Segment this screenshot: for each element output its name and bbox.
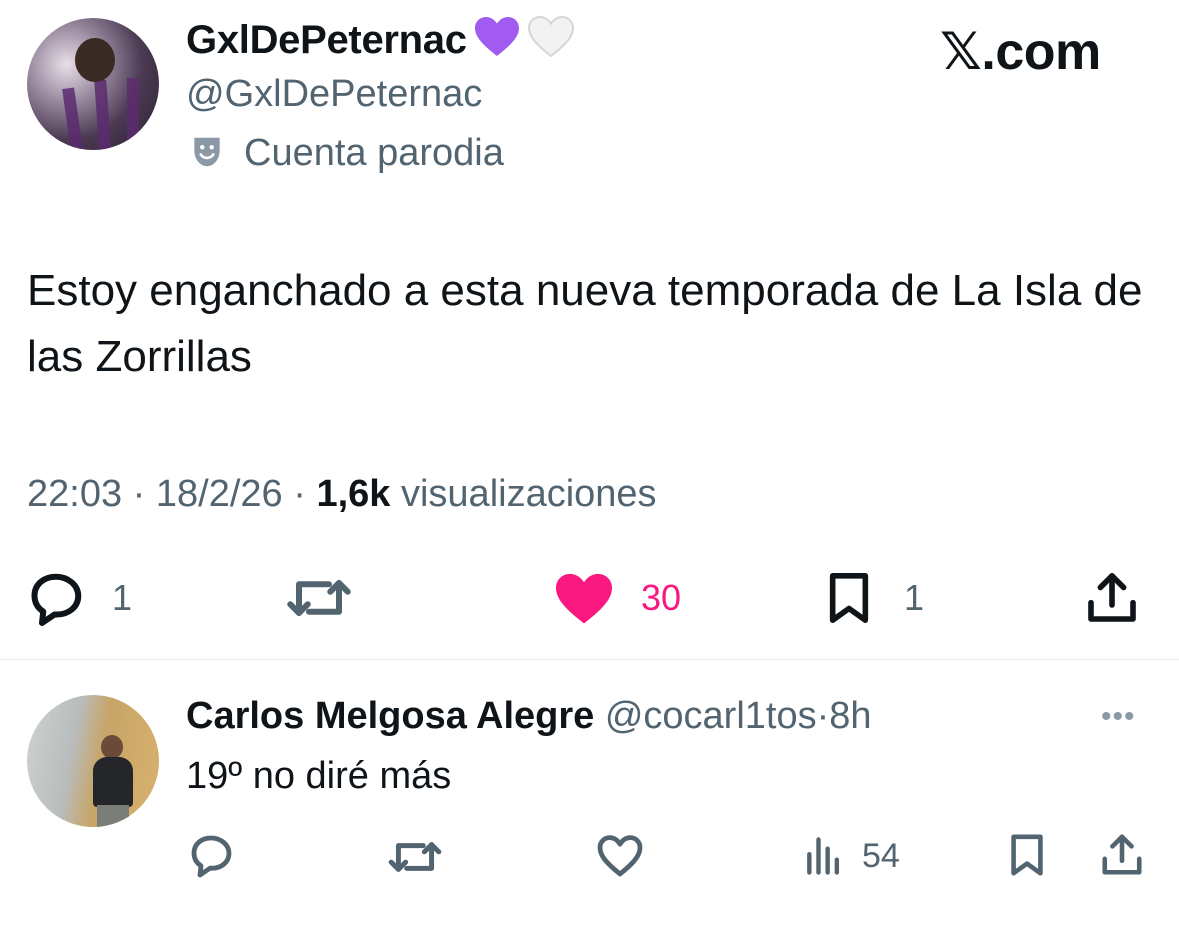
reply-like-icon[interactable] [596,832,644,883]
share-icon[interactable] [1082,570,1142,631]
reply-author-name[interactable]: Carlos Melgosa Alegre [186,695,594,737]
reply-icon[interactable] [27,570,87,631]
tweet-text: Estoy enganchado a esta nueva temporada … [27,266,1143,381]
reply-text: 19º no diré más [186,755,452,797]
reply-header: Carlos Melgosa Alegre @cocarl1tos·8h [186,692,872,740]
retweet-icon[interactable] [284,570,354,631]
reply-views-count: 54 [862,837,900,875]
like-icon[interactable] [553,570,615,631]
tweet-time[interactable]: 22:03 [27,473,122,515]
author-avatar[interactable] [27,18,159,150]
more-icon[interactable]: ••• [1101,700,1136,734]
reply-count: 1 [112,577,133,618]
meta-separator: · [293,473,306,515]
reply-share-icon[interactable] [1098,832,1146,883]
views-icon[interactable] [802,834,846,883]
tweet-date[interactable]: 18/2/26 [156,473,283,515]
white-heart-icon [527,14,575,71]
divider [0,659,1179,660]
reply-bookmark-icon[interactable] [1004,832,1050,883]
reply-author-avatar[interactable] [27,695,159,827]
purple-heart-icon [473,14,521,71]
author-handle[interactable]: @GxlDePeternac [186,70,482,118]
bookmark-icon[interactable] [820,570,878,631]
reply-time[interactable]: 8h [829,695,871,737]
views-label: visualizaciones [400,473,657,515]
bookmark-count: 1 [904,577,925,618]
reply-reply-icon[interactable] [188,832,236,883]
reply-retweet-icon[interactable] [386,834,444,885]
views-count: 1,6k [316,473,391,515]
site-label: 𝕏.com [940,23,1101,81]
theater-mask-icon [188,133,226,171]
author-display-name[interactable]: GxlDePeternac [186,14,575,71]
parody-account-label: Cuenta parodia [244,132,504,174]
reply-separator: · [816,695,830,737]
tweet-metadata: 22:03 · 18/2/26 · 1,6k visualizaciones [27,470,657,518]
author-name-text[interactable]: GxlDePeternac [186,18,467,62]
like-count: 30 [641,577,682,618]
reply-author-handle[interactable]: @cocarl1tos [605,695,817,737]
meta-separator: · [132,473,146,515]
